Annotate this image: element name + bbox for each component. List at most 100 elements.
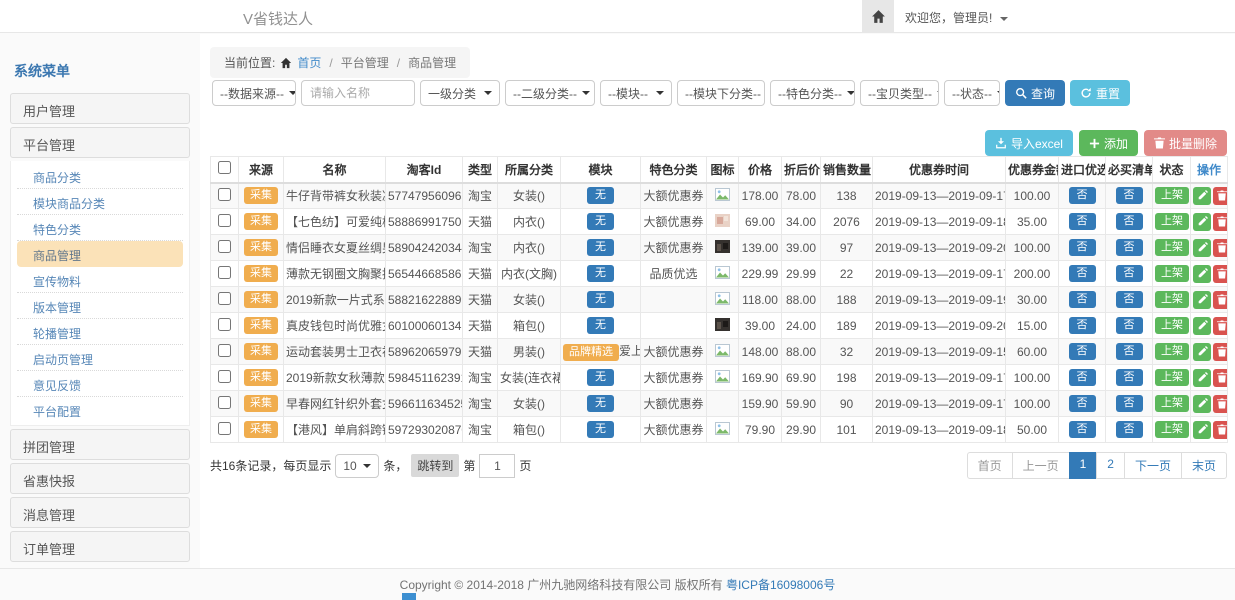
filter-item-type[interactable]: --宝贝类型-- [860, 80, 939, 106]
must-buy-toggle[interactable]: 否 [1116, 239, 1143, 256]
icp-link[interactable]: 粤ICP备16098006号 [726, 576, 835, 593]
filter-level1-category[interactable]: 一级分类 [420, 80, 500, 106]
row-checkbox[interactable] [218, 422, 231, 435]
edit-button[interactable] [1193, 395, 1211, 413]
must-buy-toggle[interactable]: 否 [1116, 187, 1143, 204]
sidebar-item-carousel-management[interactable]: 轮播管理 [17, 319, 183, 345]
row-checkbox[interactable] [218, 214, 231, 227]
status-badge[interactable]: 上架 [1155, 395, 1189, 412]
must-buy-toggle[interactable]: 否 [1116, 213, 1143, 230]
import-select-toggle[interactable]: 否 [1069, 343, 1096, 360]
filter-feature-category[interactable]: --特色分类-- [770, 80, 855, 106]
edit-button[interactable] [1193, 291, 1211, 309]
status-badge[interactable]: 上架 [1155, 291, 1189, 308]
jump-button[interactable]: 跳转到 [411, 454, 459, 477]
bulk-delete-button[interactable]: 批量删除 [1144, 130, 1227, 156]
delete-button[interactable] [1213, 213, 1228, 231]
status-badge[interactable]: 上架 [1155, 317, 1189, 334]
sidebar-section-saving-news[interactable]: 省惠快报 [10, 463, 190, 494]
import-select-toggle[interactable]: 否 [1069, 317, 1096, 334]
import-select-toggle[interactable]: 否 [1069, 291, 1096, 308]
must-buy-toggle[interactable]: 否 [1116, 343, 1143, 360]
sidebar-item-feedback[interactable]: 意见反馈 [17, 371, 183, 397]
status-badge[interactable]: 上架 [1155, 421, 1189, 438]
delete-button[interactable] [1213, 239, 1228, 257]
row-checkbox[interactable] [218, 396, 231, 409]
sidebar-item-splash-page-management[interactable]: 启动页管理 [17, 345, 183, 371]
edit-button[interactable] [1193, 265, 1211, 283]
search-button[interactable]: 查询 [1005, 80, 1065, 106]
edit-button[interactable] [1193, 213, 1211, 231]
page-last[interactable]: 末页 [1181, 452, 1227, 479]
status-badge[interactable]: 上架 [1155, 187, 1189, 204]
edit-button[interactable] [1193, 421, 1211, 439]
sidebar-item-product-category[interactable]: 商品分类 [17, 163, 183, 189]
edit-button[interactable] [1193, 239, 1211, 257]
import-select-toggle[interactable]: 否 [1069, 395, 1096, 412]
must-buy-toggle[interactable]: 否 [1116, 317, 1143, 334]
jump-page-input[interactable] [479, 454, 515, 478]
delete-button[interactable] [1213, 421, 1228, 439]
row-checkbox[interactable] [218, 292, 231, 305]
add-button[interactable]: 添加 [1079, 130, 1138, 156]
sidebar-item-platform-config[interactable]: 平台配置 [17, 397, 183, 423]
edit-button[interactable] [1193, 369, 1211, 387]
edit-button[interactable] [1193, 187, 1211, 205]
sidebar-item-feature-category[interactable]: 特色分类 [17, 215, 183, 241]
must-buy-toggle[interactable]: 否 [1116, 421, 1143, 438]
status-badge[interactable]: 上架 [1155, 343, 1189, 360]
delete-button[interactable] [1213, 265, 1228, 283]
import-select-toggle[interactable]: 否 [1069, 421, 1096, 438]
filter-status[interactable]: --状态-- [944, 80, 1000, 106]
page-next[interactable]: 下一页 [1124, 452, 1182, 479]
delete-button[interactable] [1213, 395, 1228, 413]
status-badge[interactable]: 上架 [1155, 265, 1189, 282]
user-menu[interactable]: 欢迎您，管理员! [905, 9, 1008, 26]
breadcrumb-home-link[interactable]: 首页 [297, 54, 321, 71]
delete-button[interactable] [1213, 187, 1228, 205]
sidebar-section-group-buy-management[interactable]: 拼团管理 [10, 429, 190, 460]
sidebar-section-message-management[interactable]: 消息管理 [10, 497, 190, 528]
import-select-toggle[interactable]: 否 [1069, 213, 1096, 230]
delete-button[interactable] [1213, 291, 1228, 309]
status-badge[interactable]: 上架 [1155, 239, 1189, 256]
sidebar-item-product-management[interactable]: 商品管理 [17, 241, 183, 267]
status-badge[interactable]: 上架 [1155, 369, 1189, 386]
delete-button[interactable] [1213, 343, 1228, 361]
row-checkbox[interactable] [218, 344, 231, 357]
reset-button[interactable]: 重置 [1070, 80, 1130, 106]
filter-data-source[interactable]: --数据来源-- [212, 80, 296, 106]
page-2[interactable]: 2 [1096, 452, 1125, 479]
row-checkbox[interactable] [218, 370, 231, 383]
must-buy-toggle[interactable]: 否 [1116, 291, 1143, 308]
row-checkbox[interactable] [218, 240, 231, 253]
import-excel-button[interactable]: 导入excel [985, 130, 1073, 156]
filter-module-subcategory[interactable]: --模块下分类-- [677, 80, 765, 106]
sidebar-section-user-management[interactable]: 用户管理 [10, 93, 190, 124]
filter-level2-category[interactable]: --二级分类-- [505, 80, 595, 106]
per-page-select[interactable]: 10 [335, 454, 379, 478]
home-button[interactable] [862, 0, 894, 33]
status-badge[interactable]: 上架 [1155, 213, 1189, 230]
sidebar-item-version-management[interactable]: 版本管理 [17, 293, 183, 319]
filter-module[interactable]: --模块-- [600, 80, 672, 106]
import-select-toggle[interactable]: 否 [1069, 239, 1096, 256]
import-select-toggle[interactable]: 否 [1069, 187, 1096, 204]
import-select-toggle[interactable]: 否 [1069, 369, 1096, 386]
row-checkbox[interactable] [218, 318, 231, 331]
delete-button[interactable] [1213, 317, 1228, 335]
edit-button[interactable] [1193, 317, 1211, 335]
sidebar-item-module-product-category[interactable]: 模块商品分类 [17, 189, 183, 215]
must-buy-toggle[interactable]: 否 [1116, 369, 1143, 386]
select-all-checkbox[interactable] [218, 161, 231, 174]
import-select-toggle[interactable]: 否 [1069, 265, 1096, 282]
row-checkbox[interactable] [218, 188, 231, 201]
sidebar-section-platform-management[interactable]: 平台管理 [10, 127, 190, 158]
page-1[interactable]: 1 [1069, 452, 1098, 479]
filter-name-input[interactable] [301, 80, 415, 106]
must-buy-toggle[interactable]: 否 [1116, 395, 1143, 412]
delete-button[interactable] [1213, 369, 1228, 387]
edit-button[interactable] [1193, 343, 1211, 361]
must-buy-toggle[interactable]: 否 [1116, 265, 1143, 282]
row-checkbox[interactable] [218, 266, 231, 279]
